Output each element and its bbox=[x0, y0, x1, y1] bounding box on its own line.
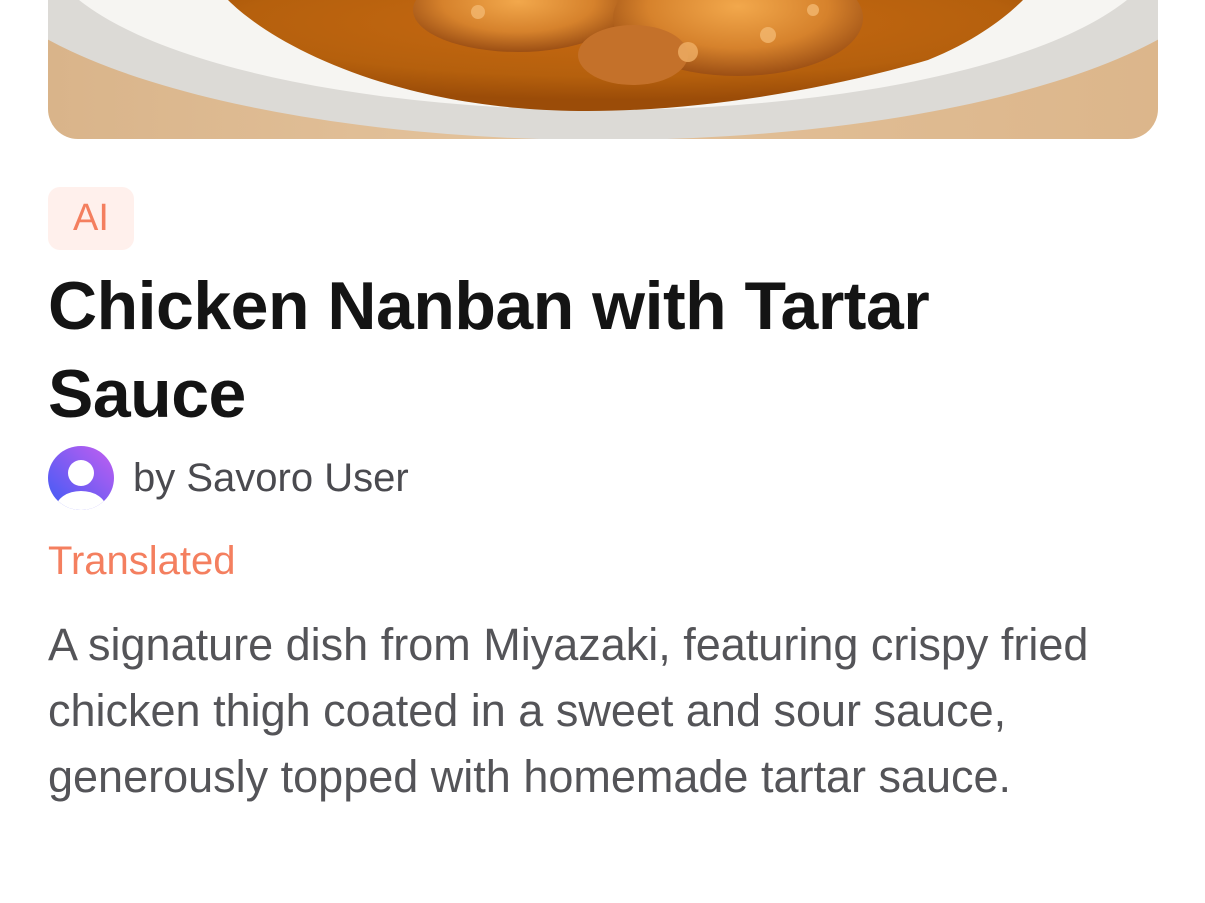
author-name[interactable]: by Savoro User bbox=[133, 456, 409, 501]
ai-badge: AI bbox=[48, 187, 134, 250]
author-row[interactable]: by Savoro User bbox=[48, 446, 409, 510]
recipe-title: Chicken Nanban with Tartar Sauce bbox=[48, 268, 930, 432]
plate-illustration bbox=[48, 0, 1158, 139]
recipe-detail-page: AI Chicken Nanban with Tartar Sauce by S… bbox=[0, 0, 1205, 903]
translated-label[interactable]: Translated bbox=[48, 533, 236, 589]
recipe-hero-image bbox=[48, 0, 1158, 139]
recipe-description: A signature dish from Miyazaki, featurin… bbox=[48, 619, 1089, 802]
avatar[interactable] bbox=[48, 446, 114, 510]
user-avatar-icon bbox=[48, 446, 114, 510]
